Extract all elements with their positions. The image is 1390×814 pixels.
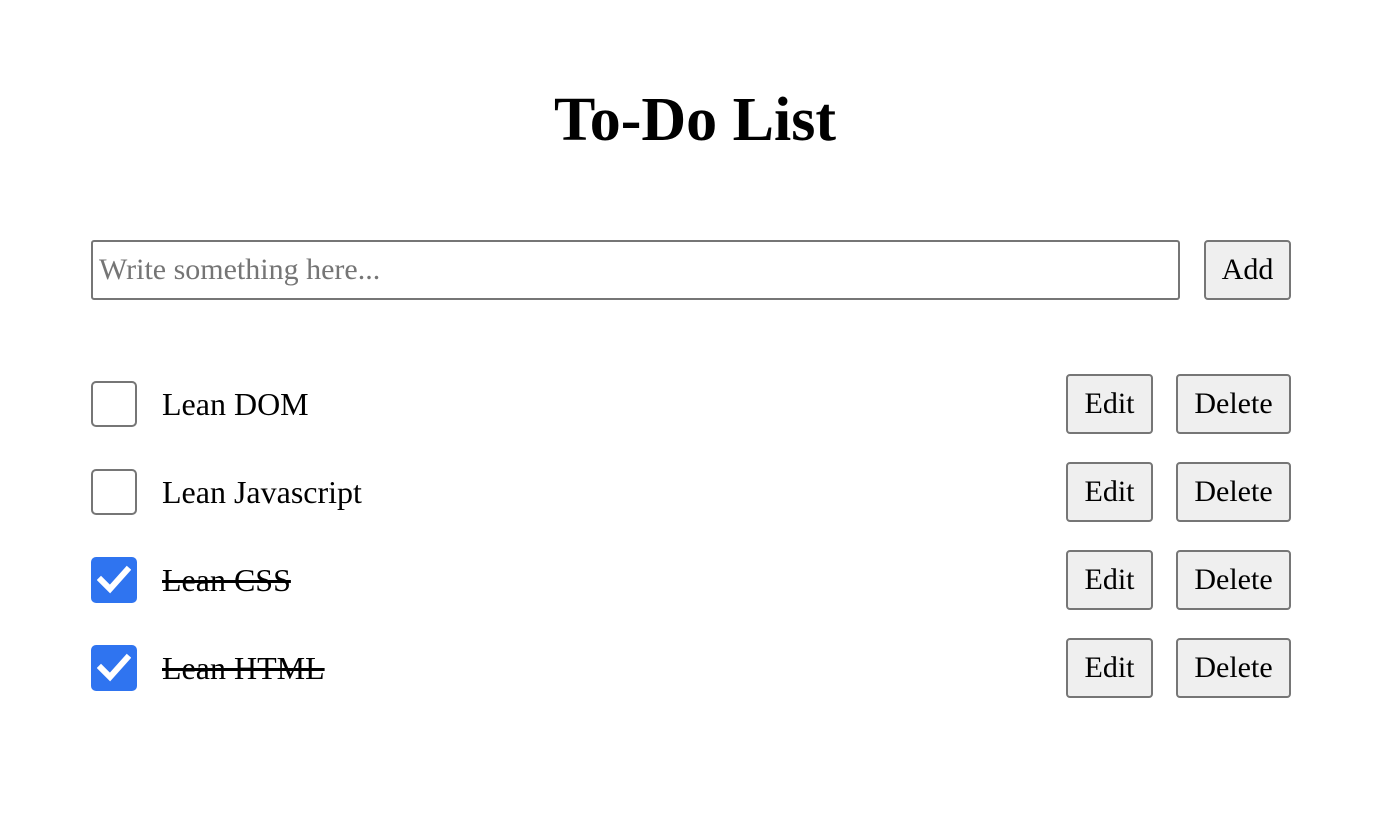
todo-text: Lean HTML xyxy=(162,650,325,686)
delete-button[interactable]: Delete xyxy=(1176,462,1291,522)
todo-checkbox[interactable] xyxy=(91,645,137,691)
checkmark-icon xyxy=(97,565,131,594)
add-button[interactable]: Add xyxy=(1204,240,1291,300)
todo-checkbox[interactable] xyxy=(91,557,137,603)
todo-checkbox[interactable] xyxy=(91,469,137,515)
checkmark-icon xyxy=(97,653,131,682)
edit-button[interactable]: Edit xyxy=(1066,638,1153,698)
delete-button[interactable]: Delete xyxy=(1176,638,1291,698)
edit-button[interactable]: Edit xyxy=(1066,462,1153,522)
add-todo-form: Add xyxy=(91,240,1291,300)
todo-text: Lean DOM xyxy=(162,386,309,422)
todo-input[interactable] xyxy=(91,240,1180,300)
todo-item: Lean CSS Edit Delete xyxy=(91,550,1291,610)
todo-item: Lean DOM Edit Delete xyxy=(91,374,1291,434)
todo-item: Lean Javascript Edit Delete xyxy=(91,462,1291,522)
edit-button[interactable]: Edit xyxy=(1066,550,1153,610)
page-title: To-Do List xyxy=(554,86,836,154)
todo-text: Lean Javascript xyxy=(162,474,362,510)
delete-button[interactable]: Delete xyxy=(1176,374,1291,434)
todo-checkbox[interactable] xyxy=(91,381,137,427)
edit-button[interactable]: Edit xyxy=(1066,374,1153,434)
delete-button[interactable]: Delete xyxy=(1176,550,1291,610)
todo-list: Lean DOM Edit Delete Lean Javascript Edi… xyxy=(91,374,1291,726)
todo-text: Lean CSS xyxy=(162,562,291,598)
todo-item: Lean HTML Edit Delete xyxy=(91,638,1291,698)
